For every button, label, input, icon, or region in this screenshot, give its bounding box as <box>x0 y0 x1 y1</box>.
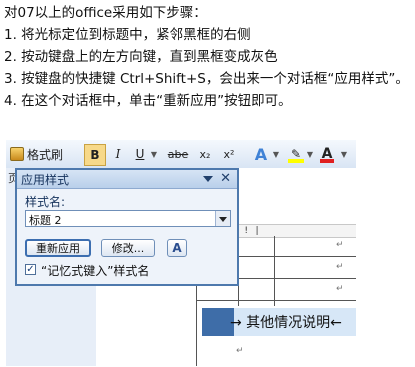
instruction-step-1: 1. 将光标定位到标题中，紧邻黑框的右侧 <box>4 27 251 43</box>
paragraph-mark: ↵ <box>336 262 344 272</box>
text-effects-button[interactable]: A <box>250 144 272 164</box>
highlight-button[interactable]: ✎ <box>286 144 306 164</box>
dialog-titlebar[interactable]: 应用样式 ✕ <box>17 170 237 189</box>
instructions: 对07以上的office采用如下步骤： 1. 将光标定位到标题中，紧邻黑框的右侧… <box>4 2 415 112</box>
bold-button[interactable]: B <box>84 144 106 166</box>
dialog-options-dropdown-icon[interactable] <box>203 176 213 182</box>
style-inspector-button[interactable]: A <box>167 239 187 257</box>
instruction-intro: 对07以上的office采用如下步骤： <box>4 5 207 21</box>
modify-button[interactable]: 修改... <box>101 239 155 257</box>
subscript-button[interactable]: x₂ <box>196 144 214 164</box>
apply-styles-dialog: 应用样式 ✕ 样式名: 标题 2 重新应用 修改... A ✓ “记忆式键入”样… <box>15 168 239 286</box>
italic-button[interactable]: I <box>110 144 126 164</box>
table-border-horizontal <box>196 300 356 301</box>
format-painter-button[interactable]: 格式刷 <box>10 144 63 164</box>
font-color-dropdown-icon[interactable]: ▼ <box>340 144 348 164</box>
highlight-dropdown-icon[interactable]: ▼ <box>306 144 314 164</box>
reapply-button[interactable]: 重新应用 <box>25 239 91 257</box>
strikethrough-button[interactable]: abe <box>166 144 190 164</box>
paragraph-mark: ↵ <box>236 346 244 356</box>
highlighter-icon: ✎ <box>290 147 302 161</box>
paragraph-mark: ↵ <box>336 284 344 294</box>
dialog-title: 应用样式 <box>21 172 70 187</box>
instruction-step-2: 2. 按动键盘上的左方向键，直到黑框变成灰色 <box>4 49 278 65</box>
autocomplete-checkbox[interactable]: ✓ <box>25 264 36 275</box>
style-name-value[interactable]: 标题 2 <box>29 212 62 228</box>
heading-text[interactable]: → 其他情况说明← <box>230 312 342 332</box>
format-painter-label: 格式刷 <box>27 147 64 162</box>
superscript-button[interactable]: x² <box>220 144 238 164</box>
underline-dropdown-icon[interactable]: ▼ <box>150 144 158 164</box>
instruction-step-3: 3. 按键盘的快捷键 Ctrl+Shift+S，会出来一个对话框“应用样式”。 <box>4 71 409 87</box>
paintbrush-icon <box>10 147 24 161</box>
font-color-button[interactable]: A <box>318 144 336 164</box>
text-effects-dropdown-icon[interactable]: ▼ <box>272 144 280 164</box>
paragraph-mark: ↵ <box>336 240 344 250</box>
autocomplete-label: “记忆式键入”样式名 <box>41 264 150 278</box>
ribbon-toolbar: 格式刷 B I U ▼ abe x₂ x² A ▼ ✎ ▼ A ▼ <box>6 140 356 169</box>
instruction-step-4: 4. 在这个对话框中，单击“重新应用”按钮即可。 <box>4 93 292 109</box>
chevron-down-icon[interactable] <box>215 211 230 226</box>
style-name-label: 样式名: <box>25 195 66 209</box>
underline-button[interactable]: U <box>132 144 148 164</box>
close-icon[interactable]: ✕ <box>220 171 231 186</box>
style-name-combobox[interactable]: 标题 2 <box>25 210 231 227</box>
table-border-vertical <box>274 236 275 306</box>
